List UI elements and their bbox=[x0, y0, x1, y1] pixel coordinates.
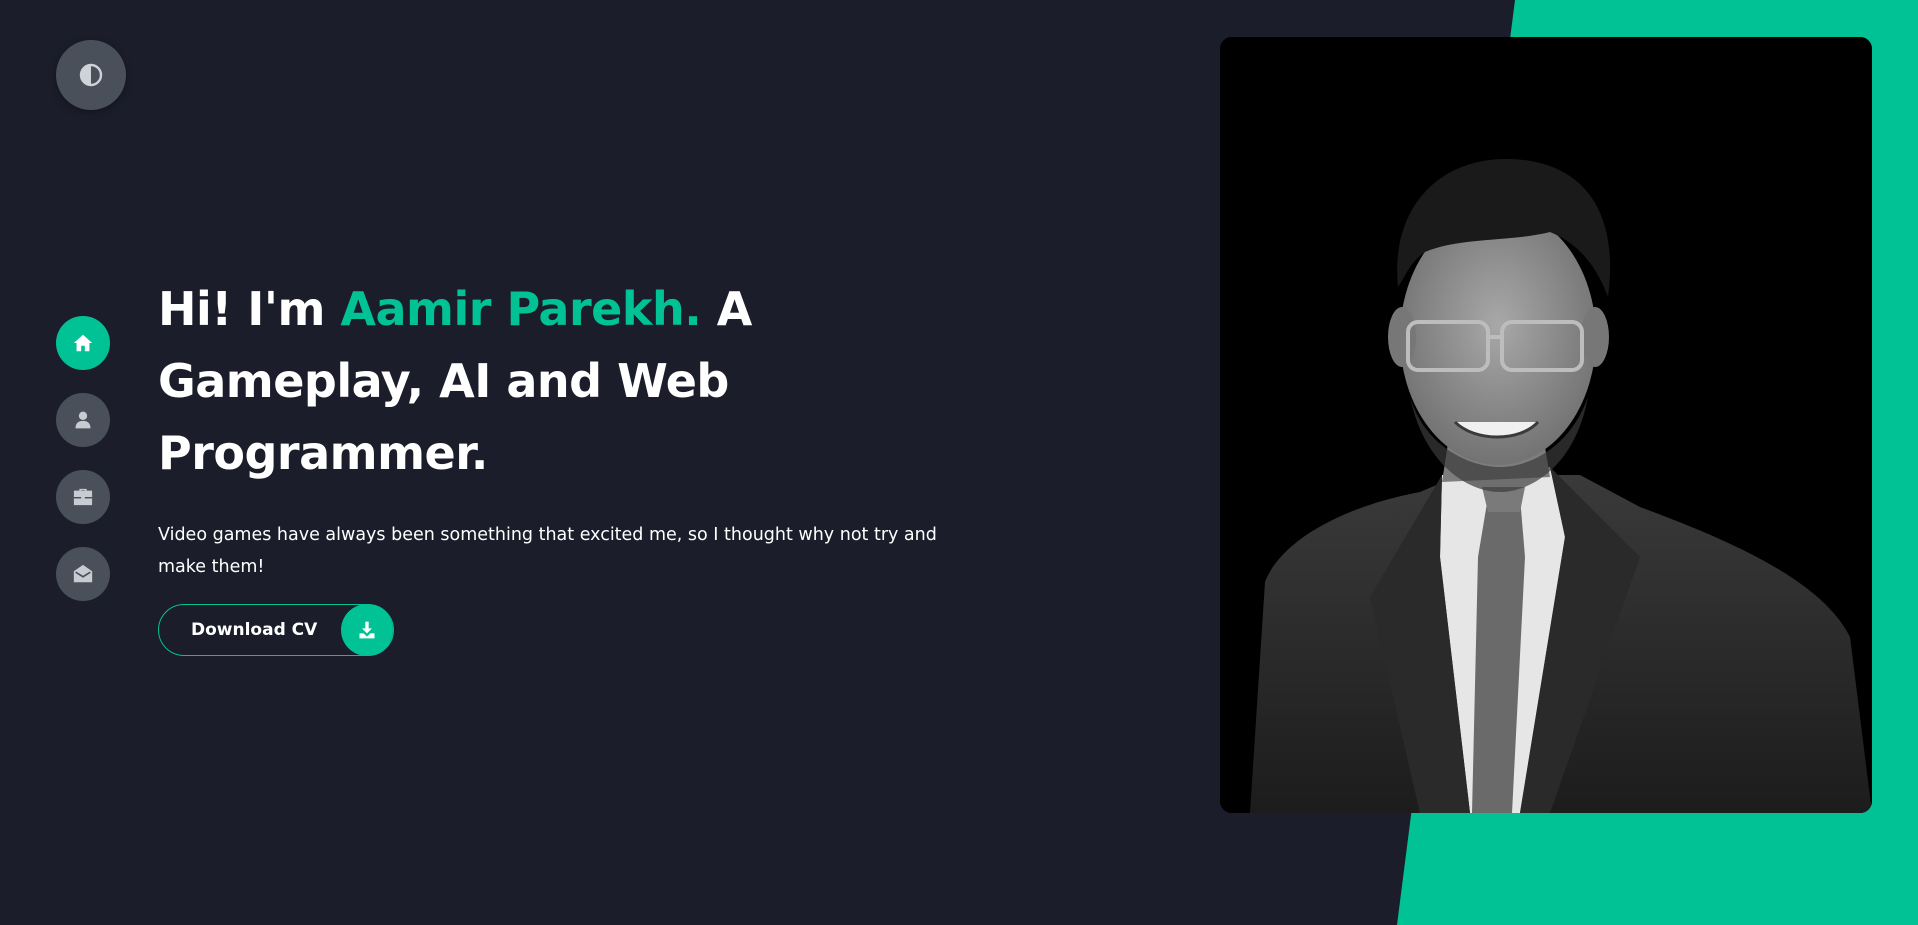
page: Hi! I'm Aamir Parekh. A Gameplay, AI and… bbox=[0, 0, 1918, 925]
hero-description: Video games have always been something t… bbox=[158, 525, 937, 577]
nav-portfolio-button[interactable] bbox=[56, 470, 110, 524]
hero-section: Hi! I'm Aamir Parekh. A Gameplay, AI and… bbox=[158, 273, 958, 583]
profile-photo-illustration bbox=[1220, 37, 1872, 813]
nav-contact-button[interactable] bbox=[56, 547, 110, 601]
download-cv-label: Download CV bbox=[191, 620, 318, 640]
download-icon bbox=[359, 621, 375, 639]
side-nav bbox=[56, 316, 110, 601]
home-icon bbox=[73, 334, 93, 352]
hero-greeting: Hi! I'm bbox=[158, 282, 325, 336]
theme-toggle-button[interactable] bbox=[56, 40, 126, 110]
briefcase-icon bbox=[73, 488, 93, 506]
envelope-open-icon bbox=[73, 564, 93, 583]
download-cv-icon-wrap bbox=[341, 604, 393, 656]
download-cv-button[interactable]: Download CV bbox=[158, 604, 394, 656]
nav-home-button[interactable] bbox=[56, 316, 110, 370]
profile-photo bbox=[1220, 37, 1872, 813]
contrast-icon bbox=[79, 63, 103, 87]
hero-name: Aamir Parekh. bbox=[340, 282, 702, 336]
nav-about-button[interactable] bbox=[56, 393, 110, 447]
hero-title: Hi! I'm Aamir Parekh. A Gameplay, AI and… bbox=[158, 273, 798, 489]
user-icon bbox=[75, 411, 91, 429]
